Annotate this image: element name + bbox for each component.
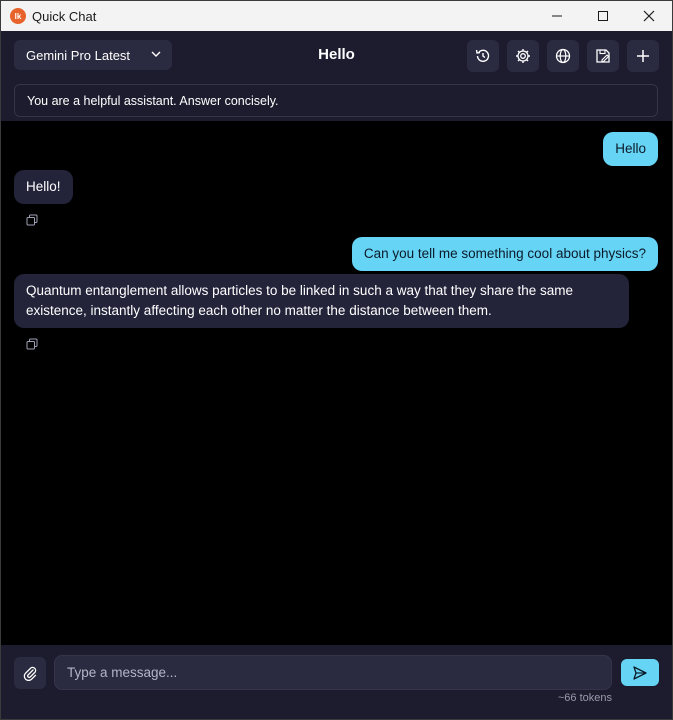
gear-icon <box>516 49 530 63</box>
assistant-message: Quantum entanglement allows particles to… <box>14 274 629 328</box>
app-window: lk Quick Chat Gemini Pro Latest Hello Yo… <box>0 0 673 720</box>
window-controls <box>534 1 672 31</box>
web-button[interactable] <box>547 40 579 72</box>
model-selector[interactable]: Gemini Pro Latest <box>14 40 172 70</box>
new-chat-button[interactable] <box>627 40 659 72</box>
assistant-message: Hello! <box>14 170 73 204</box>
paperclip-icon <box>23 666 37 681</box>
message-input[interactable] <box>54 655 612 690</box>
system-prompt-text: You are a helpful assistant. Answer conc… <box>27 93 279 108</box>
composer: ~66 tokens <box>1 645 672 719</box>
copy-icon[interactable] <box>26 214 38 226</box>
system-prompt-bar: You are a helpful assistant. Answer conc… <box>1 81 672 121</box>
history-button[interactable] <box>467 40 499 72</box>
minimize-icon <box>552 15 562 17</box>
maximize-button[interactable] <box>580 1 626 31</box>
model-name: Gemini Pro Latest <box>26 47 131 63</box>
globe-icon <box>555 48 571 64</box>
save-notes-icon <box>596 49 610 63</box>
user-message: Can you tell me something cool about phy… <box>351 237 658 271</box>
attach-button[interactable] <box>14 657 46 689</box>
save-notes-button[interactable] <box>587 40 619 72</box>
user-message: Hello <box>603 132 658 166</box>
send-button[interactable] <box>621 659 659 686</box>
close-button[interactable] <box>626 1 672 31</box>
app-logo-text: lk <box>14 11 22 21</box>
system-prompt-field[interactable]: You are a helpful assistant. Answer conc… <box>14 84 658 117</box>
settings-button[interactable] <box>507 40 539 72</box>
maximize-icon <box>598 11 608 21</box>
app-logo-icon: lk <box>10 8 26 24</box>
history-icon <box>475 49 490 62</box>
plus-icon <box>637 50 649 62</box>
copy-icon[interactable] <box>26 338 38 350</box>
chat-header: Gemini Pro Latest Hello <box>1 31 672 81</box>
close-icon <box>643 10 655 22</box>
window-title: Quick Chat <box>32 8 97 24</box>
send-icon <box>633 665 647 680</box>
minimize-button[interactable] <box>534 1 580 31</box>
token-count: ~66 tokens <box>557 692 612 704</box>
message-list[interactable]: Hello Hello! Can you tell me something c… <box>1 121 672 645</box>
title-bar: lk Quick Chat <box>1 1 672 31</box>
chevron-down-icon <box>151 51 161 57</box>
